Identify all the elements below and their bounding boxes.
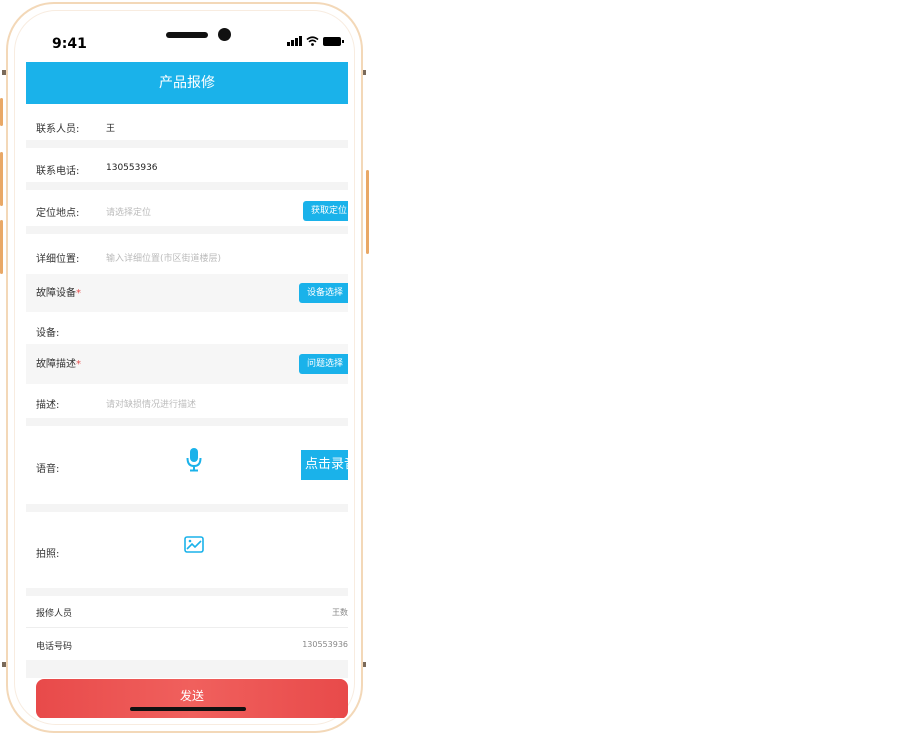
get-location-button[interactable]: 获取定位 (303, 201, 348, 221)
fault-device-label: 故障设备* (36, 284, 81, 299)
divider-line (26, 627, 348, 628)
address-row: 详细位置: 输入详细位置(市区街道楼层) (26, 234, 348, 274)
status-bar: 9:41 (8, 22, 361, 52)
status-time: 9:41 (52, 36, 87, 52)
fault-desc-label: 故障描述* (36, 355, 81, 370)
phone-frame: 9:41 产品报修 联系人员: 王 联系电话: 130553936 定位地点: … (6, 2, 363, 733)
battery-icon (323, 37, 344, 46)
status-icons (287, 36, 344, 46)
tel-label: 电话号码 (36, 642, 73, 652)
wifi-icon (306, 36, 319, 46)
divider (26, 140, 348, 148)
image-icon[interactable] (184, 536, 204, 553)
record-button[interactable]: 点击录音 (301, 450, 348, 480)
desc-label: 描述: (36, 400, 60, 411)
problem-select-button[interactable]: 问题选择 (299, 354, 348, 374)
desc-row: 描述: 请对缺损情况进行描述 (26, 384, 348, 418)
location-row: 定位地点: 请选择定位 获取定位 (26, 190, 348, 226)
divider (26, 660, 348, 678)
fault-desc-text: 故障描述 (36, 359, 76, 370)
address-label: 详细位置: (36, 254, 80, 265)
device-row: 设备: (26, 312, 348, 344)
phone-label: 联系电话: (36, 166, 80, 177)
photo-label: 拍照: (36, 549, 60, 560)
divider (26, 588, 348, 596)
page-title: 产品报修 (159, 75, 215, 91)
divider (26, 182, 348, 190)
location-label: 定位地点: (36, 208, 80, 219)
desc-input[interactable]: 请对缺损情况进行描述 (106, 397, 196, 410)
reporter-value: 王数 (332, 608, 348, 617)
contact-label: 联系人员: (36, 124, 80, 135)
front-camera (218, 28, 231, 41)
tel-value: 130553936 (302, 640, 348, 649)
speaker-notch (166, 32, 208, 38)
microphone-icon[interactable] (186, 448, 202, 472)
required-mark: * (76, 359, 81, 370)
fault-device-row: 故障设备* 设备选择 (26, 274, 348, 312)
location-input[interactable]: 请选择定位 (106, 205, 151, 218)
required-mark: * (76, 288, 81, 299)
fault-desc-row: 故障描述* 问题选择 (26, 344, 348, 384)
signal-icon (287, 36, 302, 46)
reporter-label: 报修人员 (36, 609, 73, 619)
device-select-button[interactable]: 设备选择 (299, 283, 348, 303)
divider (26, 504, 348, 512)
fault-device-text: 故障设备 (36, 288, 76, 299)
side-button (0, 98, 3, 126)
device-label: 设备: (36, 328, 60, 339)
contact-row: 联系人员: 王 (26, 104, 348, 140)
side-button (366, 170, 369, 254)
address-input[interactable]: 输入详细位置(市区街道楼层) (106, 251, 221, 264)
side-button (0, 220, 3, 274)
voice-label: 语音: (36, 464, 60, 475)
side-button (0, 152, 3, 206)
phone-row: 联系电话: 130553936 (26, 148, 348, 182)
divider (26, 226, 348, 234)
contact-value[interactable]: 王 (106, 121, 115, 134)
title-bar: 产品报修 (26, 62, 348, 104)
home-indicator (130, 707, 246, 711)
divider (26, 418, 348, 426)
phone-value[interactable]: 130553936 (106, 163, 158, 173)
app-screen: 产品报修 联系人员: 王 联系电话: 130553936 定位地点: 请选择定位… (26, 62, 348, 718)
send-button[interactable]: 发送 (36, 679, 348, 718)
